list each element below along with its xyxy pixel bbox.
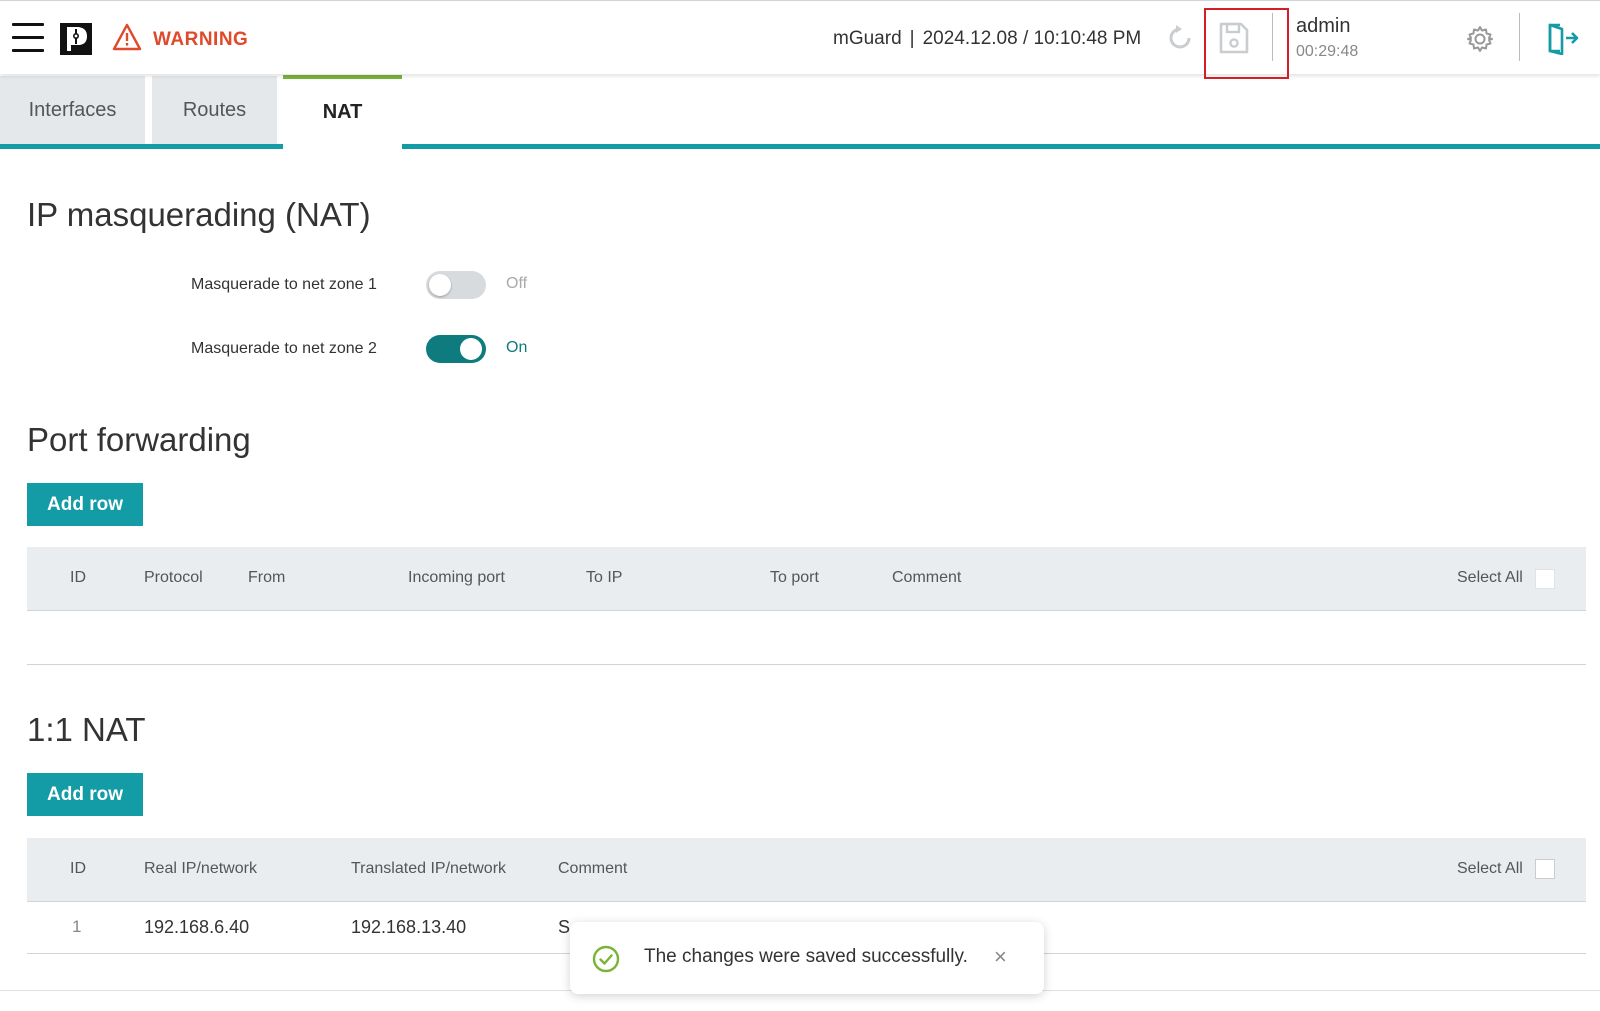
header-separator: | — [909, 28, 915, 49]
one-to-one-nat-table-header: ID Real IP/network Translated IP/network… — [27, 838, 1586, 902]
success-toast: The changes were saved successfully. × — [570, 922, 1044, 994]
table-empty-row-divider — [27, 664, 1586, 665]
column-header[interactable]: To port — [770, 569, 819, 587]
row-id: 1 — [72, 917, 82, 936]
top-bar: WARNING mGuard | 2024.12.08 / 10:10:48 PM … — [0, 0, 1600, 79]
toast-message: The changes were saved successfully. — [644, 946, 968, 967]
check-circle-icon — [592, 945, 620, 978]
port-forwarding-table-header: ID Protocol From Incoming port To IP To … — [27, 547, 1586, 611]
warning-label: WARNING — [153, 28, 249, 50]
select-all-checkbox[interactable] — [1535, 569, 1555, 589]
device-info: mGuard | 2024.12.08 / 10:10:48 PM — [833, 28, 1141, 50]
warning-indicator[interactable]: WARNING — [112, 23, 248, 56]
column-header[interactable]: ID — [70, 569, 86, 587]
column-header[interactable]: Incoming port — [408, 569, 505, 587]
column-header[interactable]: Real IP/network — [144, 860, 257, 878]
undo-icon[interactable] — [1165, 23, 1195, 58]
column-header[interactable]: Comment — [892, 569, 961, 587]
comment-cell[interactable]: S — [558, 917, 570, 938]
select-all-label[interactable]: Select All — [1457, 860, 1523, 878]
tab-routes[interactable]: Routes — [152, 76, 277, 144]
select-all-label[interactable]: Select All — [1457, 569, 1523, 587]
column-header[interactable]: Translated IP/network — [351, 860, 506, 878]
port-forwarding-title: Port forwarding — [27, 421, 251, 458]
hamburger-menu-icon[interactable] — [12, 23, 44, 53]
column-header[interactable]: Comment — [558, 860, 627, 878]
tab-interfaces[interactable]: Interfaces — [0, 76, 145, 144]
gear-icon[interactable] — [1466, 25, 1494, 58]
header-divider — [1272, 13, 1273, 61]
zone2-label: Masquerade to net zone 2 — [191, 340, 377, 357]
column-header[interactable]: ID — [70, 860, 86, 878]
header-divider — [1519, 13, 1520, 61]
real-ip-cell[interactable]: 192.168.6.40 — [144, 917, 249, 938]
tab-underline — [0, 144, 1600, 149]
one-to-one-nat-add-row-button[interactable]: Add row — [27, 773, 143, 816]
zone1-label: Masquerade to net zone 1 — [191, 276, 377, 293]
column-header[interactable]: Protocol — [144, 569, 203, 587]
session-timer: 00:29:48 — [1296, 43, 1359, 60]
user-name[interactable]: admin — [1296, 15, 1350, 38]
phoenix-contact-logo[interactable] — [60, 23, 92, 60]
column-header[interactable]: To IP — [586, 569, 622, 587]
port-forwarding-add-row-button[interactable]: Add row — [27, 483, 143, 526]
column-header[interactable]: From — [248, 569, 285, 587]
warning-triangle-icon — [112, 23, 142, 56]
device-name: mGuard — [833, 28, 902, 49]
zone2-toggle[interactable] — [426, 335, 486, 363]
one-to-one-nat-title: 1:1 NAT — [27, 711, 146, 748]
device-datetime: 2024.12.08 / 10:10:48 PM — [922, 28, 1142, 49]
translated-ip-cell[interactable]: 192.168.13.40 — [351, 917, 466, 938]
select-all-checkbox[interactable] — [1535, 859, 1555, 879]
save-disk-icon[interactable] — [1218, 21, 1250, 60]
logout-door-icon[interactable] — [1546, 21, 1580, 60]
close-icon[interactable]: × — [994, 944, 1007, 970]
tab-nat[interactable]: NAT — [283, 75, 402, 150]
masquerading-title: IP masquerading (NAT) — [27, 196, 371, 233]
zone1-toggle[interactable] — [426, 271, 486, 299]
zone2-state: On — [506, 339, 528, 356]
zone1-state: Off — [506, 275, 528, 292]
